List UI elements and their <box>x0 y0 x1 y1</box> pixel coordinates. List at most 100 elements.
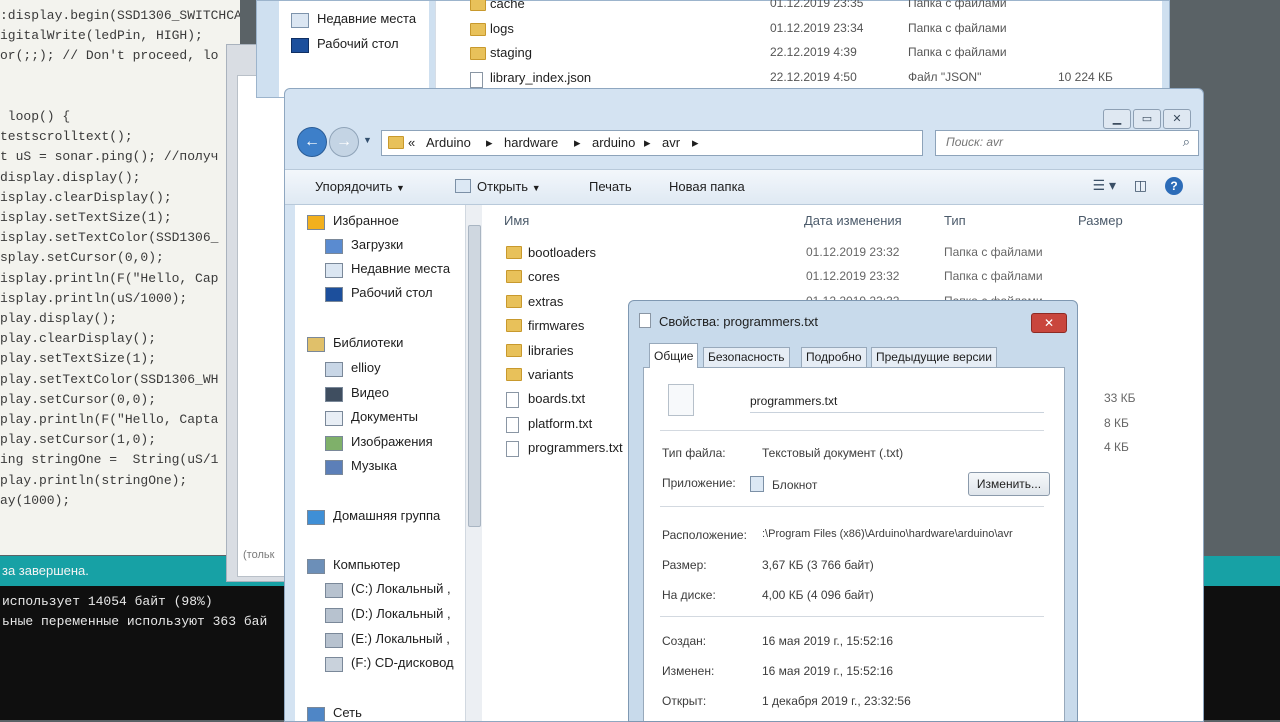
breadcrumb-arduino-sub[interactable]: arduino <box>592 135 635 150</box>
code-line: or(;;); // Don't proceed, lo <box>0 48 218 63</box>
file-type: Папка с файлами <box>908 21 1007 35</box>
back-explorer-file-list: cache01.12.2019 23:35Папка с файламиlogs… <box>435 1 1162 97</box>
command-bar: Упорядочить ▼ Открыть ▼ Печать Новая пап… <box>285 169 1203 205</box>
file-type: Файл "JSON" <box>908 70 981 84</box>
file-name: firmwares <box>528 318 584 333</box>
library-folder-icon <box>325 362 343 377</box>
modified-label: Изменен: <box>662 664 714 678</box>
address-bar[interactable]: « Arduino ▸ hardware ▸ arduino ▸ avr ▸ ▼… <box>381 130 923 156</box>
folder-icon <box>470 0 486 11</box>
view-options-icon[interactable]: ☰ ▾ <box>1093 177 1116 193</box>
breadcrumb-arduino[interactable]: Arduino <box>426 135 471 150</box>
nav-item-label: (C:) Локальный , <box>351 581 451 596</box>
tab-details[interactable]: Подробно <box>801 347 867 367</box>
file-name: boards.txt <box>528 391 585 406</box>
accessed-value: 1 декабря 2019 г., 23:32:56 <box>762 694 911 708</box>
chevron-right-icon[interactable]: ▸ <box>574 135 581 151</box>
code-line: play.println(stringOne); <box>0 473 187 488</box>
location-label: Расположение: <box>662 528 747 542</box>
file-name: extras <box>528 294 563 309</box>
code-line: play.setCursor(0,0); <box>0 392 156 407</box>
tab-general-content: programmers.txt Тип файла: Текстовый док… <box>643 367 1065 722</box>
column-header-date[interactable]: Дата изменения <box>804 213 902 228</box>
organize-button[interactable]: Упорядочить ▼ <box>315 179 405 194</box>
nav-scrollbar[interactable] <box>465 205 482 721</box>
code-line: display.display(); <box>0 170 140 185</box>
code-line: isplay.setTextSize(1); <box>0 210 172 225</box>
file-row[interactable]: cache01.12.2019 23:35Папка с файлами <box>436 0 1162 17</box>
print-button[interactable]: Печать <box>589 179 632 194</box>
tab-security[interactable]: Безопасность <box>703 347 790 367</box>
video-icon <box>325 387 343 402</box>
size-on-disk-label: На диске: <box>662 588 716 602</box>
new-folder-button[interactable]: Новая папка <box>669 179 745 194</box>
code-line: isplay.println(F("Hello, Cap <box>0 271 218 286</box>
breadcrumb-avr[interactable]: avr <box>662 135 680 150</box>
file-type-label: Тип файла: <box>662 446 726 460</box>
chevron-down-icon: ▼ <box>532 183 541 193</box>
column-header-size[interactable]: Размер <box>1078 213 1123 228</box>
scrollbar-thumb[interactable] <box>468 225 481 527</box>
help-icon[interactable]: ? <box>1165 177 1183 195</box>
ide-code-editor[interactable]: :display.begin(SSD1306_SWITCHCAigitalWri… <box>0 0 240 555</box>
code-line: testscrolltext(); <box>0 129 133 144</box>
back-arrow-icon[interactable]: ← <box>297 127 327 157</box>
nav-item-label: Домашняя группа <box>333 508 440 523</box>
chevron-right-icon[interactable]: ▸ <box>644 135 651 151</box>
desktop-icon <box>325 287 343 302</box>
folder-icon <box>506 295 522 308</box>
code-line: ing stringOne = String(uS/1 <box>0 452 218 467</box>
column-header-name[interactable]: Имя <box>504 213 529 228</box>
code-line: igitalWrite(ledPin, HIGH); <box>0 28 203 43</box>
nav-item-label: Видео <box>351 385 389 400</box>
tab-general[interactable]: Общие <box>649 343 698 368</box>
nav-item-label: Недавние места <box>351 261 450 276</box>
text-file-icon <box>506 417 519 433</box>
code-line: play.setCursor(1,0); <box>0 432 156 447</box>
file-size: 33 КБ <box>1104 391 1136 405</box>
desktop-icon <box>291 38 309 53</box>
search-input[interactable] <box>944 134 1168 150</box>
change-button[interactable]: Изменить... <box>968 472 1050 496</box>
code-line: t uS = sonar.ping(); //получ <box>0 149 218 164</box>
filename-field[interactable]: programmers.txt <box>750 394 1044 413</box>
file-type: Папка с файлами <box>908 0 1007 10</box>
file-row[interactable]: bootloaders01.12.2019 23:32Папка с файла… <box>482 241 1202 265</box>
file-row[interactable]: cores01.12.2019 23:32Папка с файлами <box>482 265 1202 289</box>
chevron-down-icon: ▼ <box>396 183 405 193</box>
file-name: variants <box>528 367 574 382</box>
file-name: bootloaders <box>528 245 596 260</box>
breadcrumb-hardware[interactable]: hardware <box>504 135 558 150</box>
size-label: Размер: <box>662 558 707 572</box>
divider <box>660 430 1044 431</box>
file-row[interactable]: logs01.12.2019 23:34Папка с файлами <box>436 18 1162 42</box>
code-line: play.setTextColor(SSD1306_WH <box>0 372 218 387</box>
file-type-value: Текстовый документ (.txt) <box>762 446 903 460</box>
open-button[interactable]: Открыть ▼ <box>455 179 541 194</box>
tab-previous-versions[interactable]: Предыдущие версии <box>871 347 997 367</box>
search-box[interactable]: ⌕ <box>935 130 1199 156</box>
application-value: Блокнот <box>750 476 817 492</box>
forward-arrow-icon[interactable]: → <box>329 127 359 157</box>
chevron-right-icon[interactable]: ▸ <box>486 135 493 151</box>
folder-icon <box>506 319 522 332</box>
nav-item-label: (D:) Локальный , <box>351 606 451 621</box>
file-type: Папка с файлами <box>944 245 1043 259</box>
view-controls: ☰ ▾ ◫ ? <box>1079 177 1183 195</box>
file-name: staging <box>490 45 532 60</box>
code-line: isplay.setTextColor(SSD1306_ <box>0 230 218 245</box>
breadcrumb-overflow[interactable]: « <box>408 135 415 150</box>
chevron-down-icon[interactable]: ▼ <box>363 135 372 145</box>
code-line: isplay.clearDisplay(); <box>0 190 172 205</box>
nav-item-label: Библиотеки <box>333 335 403 350</box>
close-icon[interactable]: ✕ <box>1031 313 1067 333</box>
properties-dialog: Свойства: programmers.txt ✕ Общие Безопа… <box>628 300 1078 722</box>
preview-pane-icon[interactable]: ◫ <box>1134 177 1147 193</box>
chevron-right-icon[interactable]: ▸ <box>692 135 699 151</box>
search-icon[interactable]: ⌕ <box>1183 134 1190 150</box>
column-header-type[interactable]: Тип <box>944 213 966 228</box>
background-window-content <box>237 75 287 577</box>
divider <box>660 616 1044 617</box>
file-row[interactable]: library_index.json22.12.2019 4:50Файл "J… <box>436 67 1162 91</box>
file-row[interactable]: staging22.12.2019 4:39Папка с файлами <box>436 42 1162 66</box>
